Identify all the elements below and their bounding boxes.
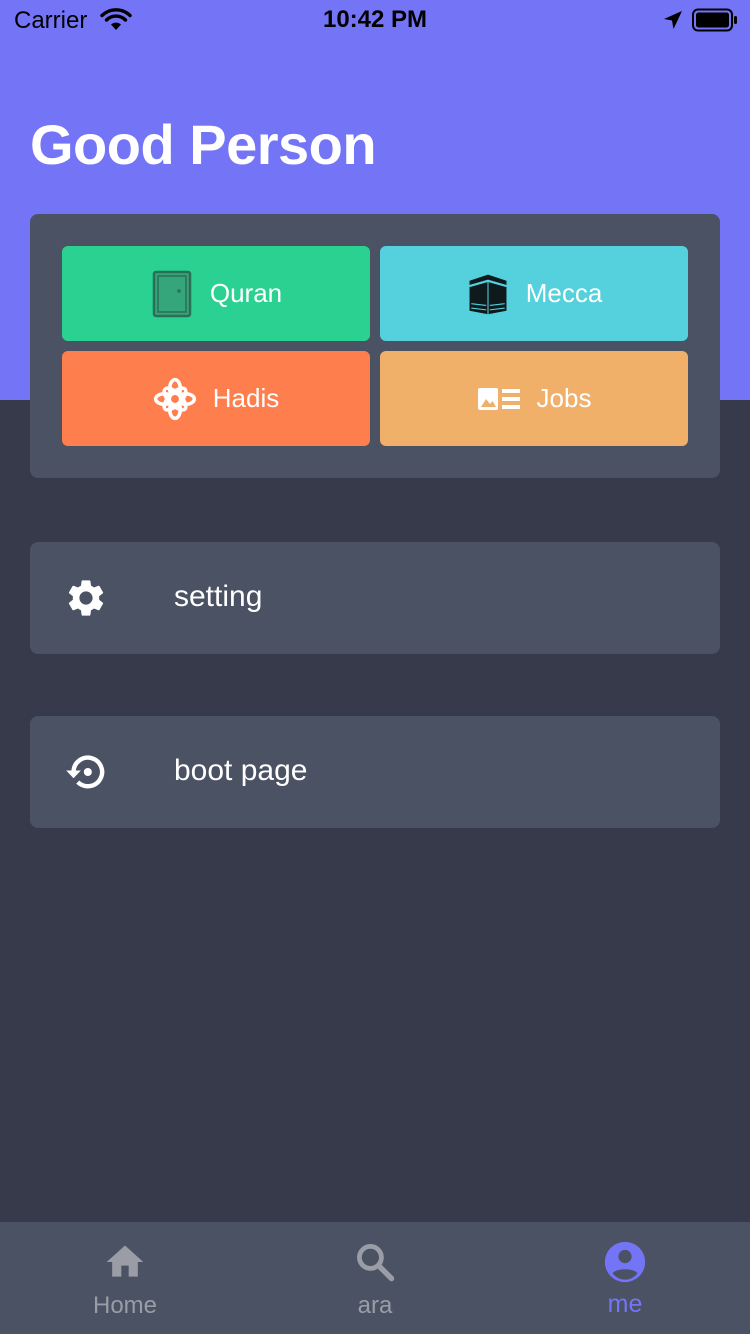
hadis-button[interactable]: Hadis bbox=[62, 351, 370, 446]
mecca-label: Mecca bbox=[525, 278, 603, 308]
quran-label: Quran bbox=[209, 278, 283, 308]
quran-book-icon bbox=[150, 270, 194, 317]
location-arrow-icon bbox=[664, 11, 682, 29]
account-circle-icon bbox=[604, 1241, 646, 1283]
status-bar: Carrier 10:42 PM bbox=[0, 0, 750, 40]
tab-bar: Home ara me bbox=[0, 1222, 750, 1334]
shortcut-grid: Quran Mecca Hadis Jobs bbox=[30, 214, 720, 478]
setting-label: setting bbox=[174, 580, 263, 613]
jobs-button[interactable]: Jobs bbox=[380, 351, 688, 446]
page-title: Good Person bbox=[30, 113, 377, 176]
tab-search-label: ara bbox=[357, 1292, 393, 1319]
article-icon bbox=[477, 377, 521, 421]
clock: 10:42 PM bbox=[322, 6, 428, 33]
tab-home[interactable]: Home bbox=[0, 1222, 250, 1334]
restore-icon bbox=[66, 755, 105, 789]
home-icon bbox=[106, 1245, 144, 1277]
gear-icon bbox=[68, 580, 104, 616]
tab-me[interactable]: me bbox=[500, 1222, 750, 1334]
mecca-button[interactable]: Mecca bbox=[380, 246, 688, 341]
search-icon bbox=[357, 1244, 395, 1282]
battery-icon bbox=[692, 8, 737, 32]
hadis-label: Hadis bbox=[212, 383, 280, 413]
quran-button[interactable]: Quran bbox=[62, 246, 370, 341]
ornament-icon bbox=[153, 377, 197, 421]
kaaba-icon bbox=[466, 272, 510, 316]
tab-home-label: Home bbox=[92, 1292, 158, 1319]
jobs-label: Jobs bbox=[536, 383, 592, 413]
screen: Carrier 10:42 PM Good Person Quran Mecca… bbox=[0, 0, 750, 1334]
tab-search[interactable]: ara bbox=[250, 1222, 500, 1334]
tab-me-label: me bbox=[607, 1290, 643, 1318]
boot-page-label: boot page bbox=[174, 754, 308, 787]
boot-page-row[interactable]: boot page bbox=[30, 716, 720, 828]
setting-row[interactable]: setting bbox=[30, 542, 720, 654]
